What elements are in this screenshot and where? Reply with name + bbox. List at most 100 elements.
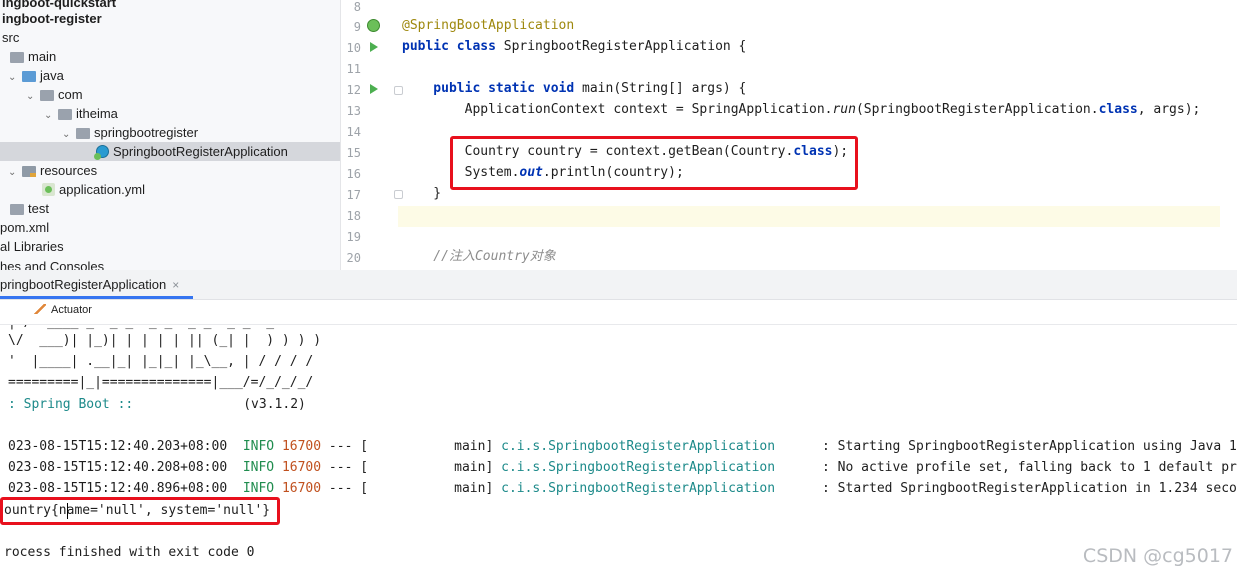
run-gutter-icon[interactable]: [370, 84, 378, 94]
log-level: INFO: [242, 439, 275, 454]
console-spring-boot-line: : Spring Boot :: (v3.1.2): [8, 394, 306, 415]
code-text: main(String[] args) {: [574, 81, 747, 96]
line-number: 17: [346, 188, 361, 202]
line-number: 11: [346, 62, 361, 76]
watermark: CSDN @cg5017: [1082, 545, 1233, 567]
line-number: 9: [353, 20, 361, 34]
log-line: 023-08-15T15:12:40.208+08:00 INFO 16700 …: [8, 457, 1237, 478]
console-output[interactable]: | / ____ _ _ _ _ _ _ _ _ _ _ \/ ___)| |_…: [0, 325, 1237, 575]
tree-item-label: itheima: [76, 106, 118, 121]
log-level: INFO: [242, 481, 275, 496]
tree-item-label: resources: [40, 163, 98, 178]
log-logger: c.i.s.SpringbootRegisterApplication: [501, 439, 776, 454]
keyword: public static void: [402, 81, 575, 96]
tree-item-libraries[interactable]: al Libraries: [0, 237, 64, 256]
line-number: 15: [346, 146, 361, 160]
tree-item-label: springbootregister: [94, 125, 199, 140]
run-gutter-icon[interactable]: [370, 42, 378, 52]
line-number: 10: [346, 41, 361, 55]
method-name: run: [832, 102, 856, 117]
line-number: 19: [346, 230, 361, 244]
source-folder-icon: [22, 71, 36, 82]
tree-item-label: application.yml: [59, 182, 145, 197]
package-icon: [40, 90, 54, 101]
code-line-20-comment: //注入Country对象: [402, 249, 556, 264]
keyword: public class: [402, 39, 496, 54]
console-banner-line: \/ ___)| |_)| | | | | || (_| | ) ) ) ): [8, 333, 322, 348]
package-icon: [76, 128, 90, 139]
tree-item-label: SpringbootRegisterApplication: [113, 144, 288, 159]
line-number: 13: [346, 104, 361, 118]
tree-item-label: al Libraries: [0, 239, 64, 254]
code-text: ApplicationContext context = SpringAppli…: [402, 102, 833, 117]
highlight-box-output: [0, 497, 280, 525]
chevron-down-icon[interactable]: ⌄: [44, 106, 58, 125]
actuator-icon: [34, 304, 46, 314]
resources-folder-icon: [22, 166, 36, 177]
code-editor[interactable]: 8 9 10 11 12 13 14 15 16 17 18 19 20 @Sp…: [341, 0, 1237, 270]
line-number: 14: [346, 125, 361, 139]
code-line-17: }: [402, 186, 442, 201]
console-banner-line: ' |____| .__|_| |_|_| |_\__, | / / / /: [8, 354, 314, 369]
tree-item-com[interactable]: ⌄ com: [26, 85, 83, 104]
console-banner-line: =========|_|==============|___/=/_/_/_/: [8, 375, 314, 390]
log-line: 023-08-15T15:12:40.203+08:00 INFO 16700 …: [8, 436, 1237, 457]
log-level: INFO: [242, 460, 275, 475]
chevron-down-icon[interactable]: ⌄: [26, 87, 40, 106]
tree-item-src[interactable]: src: [2, 28, 19, 47]
run-tool-window-tabs: pringbootRegisterApplication ×: [0, 270, 1237, 300]
close-icon[interactable]: ×: [172, 278, 179, 292]
chevron-down-icon[interactable]: ⌄: [8, 163, 22, 182]
tree-item-label: java: [40, 68, 64, 83]
log-thread: --- [ main]: [328, 439, 494, 454]
tree-item-springbootregister[interactable]: ⌄ springbootregister: [62, 123, 198, 142]
actuator-tab[interactable]: Actuator: [34, 304, 92, 316]
tree-item-application-yml[interactable]: application.yml: [42, 180, 145, 199]
tree-item-label: pom.xml: [0, 220, 50, 235]
line-number: 12: [346, 83, 361, 97]
line-number: 20: [346, 251, 361, 265]
log-logger: c.i.s.SpringbootRegisterApplication: [501, 460, 776, 475]
tree-item-application-class[interactable]: SpringbootRegisterApplication: [0, 142, 340, 161]
tree-item-register-module[interactable]: ingboot-register: [2, 9, 102, 28]
log-pid: 16700: [281, 439, 322, 454]
tree-item-resources[interactable]: ⌄ resources: [8, 161, 97, 180]
log-line: 023-08-15T15:12:40.896+08:00 INFO 16700 …: [8, 478, 1237, 499]
code-line-10: public class SpringbootRegisterApplicati…: [402, 36, 746, 57]
tree-item-main[interactable]: main: [10, 47, 56, 66]
yaml-icon: [42, 183, 55, 196]
code-line-12: public static void main(String[] args) {: [402, 78, 746, 99]
tree-item-java[interactable]: ⌄ java: [8, 66, 64, 85]
log-time: 023-08-15T15:12:40.896+08:00: [8, 481, 228, 496]
log-pid: 16700: [281, 460, 322, 475]
code-text: SpringbootRegisterApplication {: [495, 39, 747, 54]
folder-icon: [10, 52, 24, 63]
project-tree-panel: ingboot-quickstart ingboot-register src …: [0, 0, 341, 270]
tree-item-label: test: [28, 201, 49, 216]
log-thread: --- [ main]: [328, 460, 494, 475]
spring-bean-gutter-icon[interactable]: [367, 19, 380, 32]
log-pid: 16700: [281, 481, 322, 496]
keyword: class: [1098, 102, 1138, 117]
tree-item-label: com: [58, 87, 83, 102]
chevron-down-icon[interactable]: ⌄: [8, 68, 22, 87]
run-toolbar: Actuator: [0, 300, 1237, 325]
code-line-9: @SpringBootApplication: [402, 18, 575, 33]
log-message: : Starting SpringbootRegisterApplication…: [822, 439, 1237, 454]
console-exit-line: rocess finished with exit code 0: [4, 545, 255, 560]
tree-item-label: src: [2, 30, 20, 45]
tree-item-scratches[interactable]: hes and Consoles: [0, 257, 104, 270]
folder-icon: [10, 204, 24, 215]
line-number: 16: [346, 167, 361, 181]
tree-item-label: main: [28, 49, 57, 64]
tree-item-itheima[interactable]: ⌄ itheima: [44, 104, 118, 123]
code-text: (SpringbootRegisterApplication.: [855, 102, 1099, 117]
tree-item-pom[interactable]: pom.xml: [0, 218, 49, 237]
tree-item-label: ingboot-register: [2, 11, 102, 26]
log-thread: --- [ main]: [328, 481, 494, 496]
current-line-highlight: [398, 206, 1220, 227]
run-tab-application[interactable]: pringbootRegisterApplication ×: [0, 270, 194, 299]
highlight-box-getbean: [450, 136, 858, 190]
tree-item-test[interactable]: test: [10, 199, 49, 218]
spring-boot-label: : Spring Boot ::: [8, 397, 134, 412]
